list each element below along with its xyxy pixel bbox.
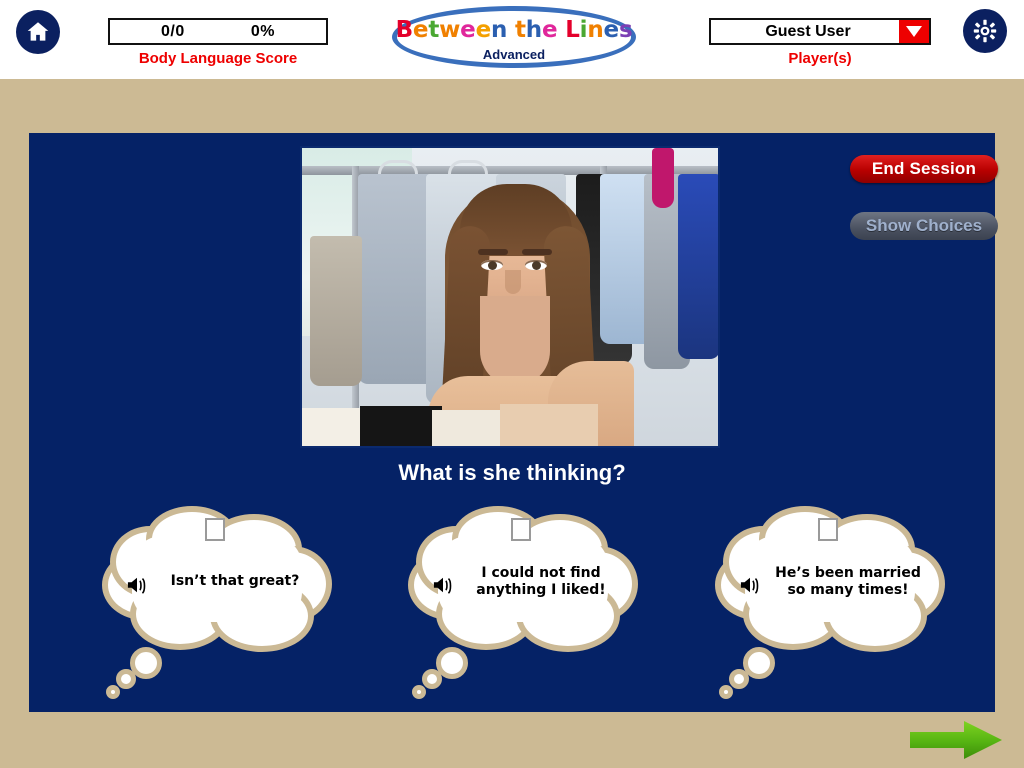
logo-letter: s bbox=[618, 17, 633, 43]
speaker-icon[interactable] bbox=[126, 575, 148, 595]
thought-tail bbox=[116, 669, 136, 689]
next-button[interactable] bbox=[908, 719, 1004, 761]
logo-letter: h bbox=[525, 17, 542, 43]
end-session-button[interactable]: End Session bbox=[850, 155, 998, 183]
next-arrow-icon bbox=[910, 721, 1002, 759]
thought-tail bbox=[719, 685, 733, 699]
thought-tail bbox=[422, 669, 442, 689]
speaker-icon[interactable] bbox=[432, 575, 454, 595]
logo-letter: n bbox=[490, 17, 508, 43]
player-name: Guest User bbox=[765, 22, 851, 40]
chevron-down-icon[interactable] bbox=[899, 20, 929, 43]
gear-icon bbox=[973, 19, 997, 43]
choice-bubble[interactable]: I could not find anything I liked! bbox=[408, 506, 638, 706]
logo-letter: t bbox=[428, 17, 440, 43]
logo-letter: w bbox=[439, 17, 461, 43]
body-language-score: 0/0 0% Body Language Score bbox=[108, 18, 328, 67]
app-logo: Between the Lines Advanced bbox=[392, 6, 636, 70]
logo-letter bbox=[507, 17, 515, 43]
logo-subtitle: Advanced bbox=[482, 47, 546, 62]
choice-bubble[interactable]: He’s been married so many times! bbox=[715, 506, 945, 706]
thought-tail bbox=[412, 685, 426, 699]
choice-checkbox[interactable] bbox=[205, 518, 225, 541]
thought-tail bbox=[106, 685, 120, 699]
thought-tail bbox=[729, 669, 749, 689]
activity-stage: End Session Show Choices What is she thi… bbox=[29, 133, 998, 712]
choice-checkbox[interactable] bbox=[511, 518, 531, 541]
logo-letter: t bbox=[514, 17, 526, 43]
score-fraction: 0/0 bbox=[161, 22, 185, 40]
app-header: 0/0 0% Body Language Score Between the L… bbox=[0, 0, 1024, 79]
question-prompt: What is she thinking? bbox=[398, 460, 626, 485]
logo-letter: e bbox=[541, 17, 558, 43]
scenario-photo bbox=[300, 146, 720, 448]
choice-checkbox[interactable] bbox=[818, 518, 838, 541]
home-button[interactable] bbox=[16, 10, 60, 54]
logo-letter: e bbox=[603, 17, 620, 43]
choice-text: Isn’t that great? bbox=[170, 573, 300, 590]
logo-letter: e bbox=[412, 17, 429, 43]
player-caption: Player(s) bbox=[788, 50, 852, 67]
logo-title: Between the Lines bbox=[392, 19, 636, 42]
show-choices-button[interactable]: Show Choices bbox=[850, 212, 998, 240]
choice-text: He’s been married so many times! bbox=[775, 564, 921, 599]
logo-letter: n bbox=[587, 17, 604, 43]
choice-text: I could not find anything I liked! bbox=[476, 564, 606, 599]
logo-letter: e bbox=[460, 17, 476, 43]
settings-button[interactable] bbox=[963, 9, 1007, 53]
logo-letter: e bbox=[475, 17, 492, 43]
logo-letter: L bbox=[565, 17, 580, 43]
speaker-icon[interactable] bbox=[739, 575, 761, 595]
score-percent: 0% bbox=[250, 22, 275, 40]
home-icon bbox=[27, 22, 49, 41]
score-caption: Body Language Score bbox=[138, 50, 298, 67]
logo-letter: B bbox=[395, 17, 414, 43]
score-box: 0/0 0% bbox=[108, 18, 328, 45]
choice-bubble[interactable]: Isn’t that great? bbox=[102, 506, 332, 706]
player-selector[interactable]: Guest User Player(s) bbox=[709, 18, 931, 67]
player-box[interactable]: Guest User bbox=[709, 18, 931, 45]
